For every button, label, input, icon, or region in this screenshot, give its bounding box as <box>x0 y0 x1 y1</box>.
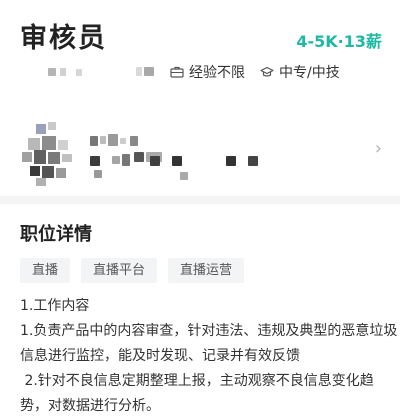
blurred-district <box>136 67 142 76</box>
blurred-company-info-part <box>248 156 258 166</box>
company-card[interactable]: › <box>0 112 400 194</box>
blurred-company-info-part <box>94 170 102 178</box>
blurred-company-name-part <box>120 138 126 144</box>
tag-live-platform[interactable]: 直播平台 <box>81 258 158 283</box>
blurred-company-info-part <box>150 156 160 166</box>
description-line: 2.针对不良信息定期整理上报，主动观察不良信息变化趋 <box>20 373 374 389</box>
blurred-company-info-part <box>226 156 236 166</box>
tag-live-operations[interactable]: 直播运营 <box>168 258 245 283</box>
job-description: 1.工作内容 1.负责产品中的内容审查，针对违法、违规及典型的恶意垃圾 信息进行… <box>20 294 398 419</box>
blurred-company-info-part <box>122 154 130 166</box>
blurred-company-name <box>90 136 98 146</box>
blurred-company-info <box>90 156 100 166</box>
job-tags: 直播 直播平台 直播运营 <box>20 258 245 283</box>
blurred-company-name-part <box>130 136 138 146</box>
experience-requirement: 经验不限 <box>170 62 245 82</box>
blurred-company-info-part <box>134 152 144 162</box>
description-line: 势，对数据进行分析。 <box>20 398 160 414</box>
salary-label: 4-5K·13薪 <box>296 32 382 51</box>
chevron-right-icon: › <box>374 138 382 159</box>
job-title: 审核员 <box>20 23 107 54</box>
description-line: 1.负责产品中的内容审查，针对违法、违规及典型的恶意垃圾 <box>20 323 398 339</box>
blurred-company-info-part <box>180 172 188 180</box>
education-requirement: 中专/中技 <box>260 62 340 82</box>
blurred-district-part <box>144 67 154 76</box>
tag-live-streaming[interactable]: 直播 <box>20 258 71 283</box>
blurred-location-part <box>76 69 82 76</box>
experience-label: 经验不限 <box>189 65 245 81</box>
education-label: 中专/中技 <box>279 65 340 81</box>
blurred-location-part <box>60 68 66 76</box>
blurred-company-name-part <box>100 136 106 144</box>
blurred-company-info-part <box>172 156 182 166</box>
blurred-company-name-part <box>108 134 118 146</box>
blurred-company-info-part <box>112 156 120 164</box>
job-header: 审核员 4-5K·13薪 <box>20 16 382 56</box>
blurred-company-avatar <box>22 122 72 186</box>
briefcase-icon <box>170 66 184 78</box>
graduation-cap-icon <box>260 66 274 77</box>
description-line: 信息进行监控，能及时发现、记录并有效反馈 <box>20 348 300 364</box>
description-line: 1.工作内容 <box>20 298 90 314</box>
job-details-title: 职位详情 <box>20 224 92 245</box>
section-divider <box>0 196 400 204</box>
job-meta-row: 经验不限 中专/中技 <box>20 62 382 82</box>
blurred-location <box>48 68 56 76</box>
